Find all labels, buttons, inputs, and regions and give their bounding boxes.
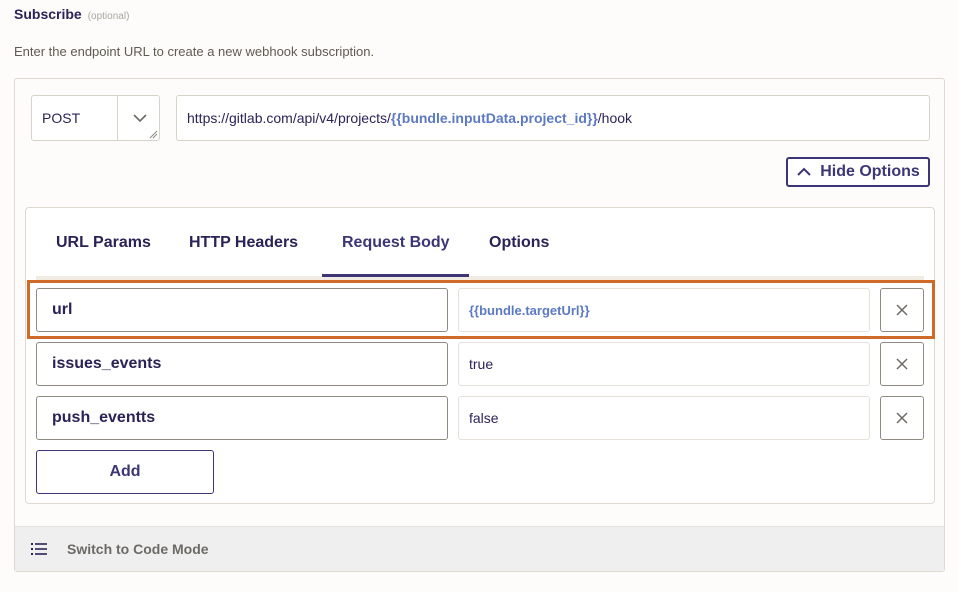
chevron-down-icon [133, 114, 147, 123]
section-description: Enter the endpoint URL to create a new w… [14, 44, 375, 59]
body-key-value: url [52, 301, 73, 318]
body-key-input[interactable]: push_eventts [36, 396, 448, 440]
section-title: Subscribe (optional) [14, 6, 129, 22]
add-row-button[interactable]: Add [36, 450, 214, 494]
body-value-text: false [469, 410, 499, 426]
tab-options[interactable]: Options [489, 234, 549, 252]
tab-url-params[interactable]: URL Params [56, 234, 151, 252]
method-value: POST [42, 110, 81, 126]
tab-http-headers[interactable]: HTTP Headers [189, 234, 298, 252]
body-key-value: issues_events [52, 355, 162, 372]
close-icon [896, 412, 908, 424]
switch-code-mode-bar[interactable]: Switch to Code Mode [15, 526, 944, 571]
body-key-input[interactable]: issues_events [36, 342, 448, 386]
add-row-label: Add [109, 463, 141, 480]
tab-request-body[interactable]: Request Body [342, 234, 450, 252]
section-title-text: Subscribe [14, 6, 82, 22]
method-divider [117, 96, 118, 140]
url-input[interactable]: https://gitlab.com/api/v4/projects/{{bun… [176, 95, 930, 141]
remove-row-button[interactable] [880, 396, 924, 440]
body-value-input[interactable]: false [458, 396, 870, 440]
remove-row-button[interactable] [880, 342, 924, 386]
active-tab-indicator [322, 274, 469, 277]
url-prefix: https://gitlab.com/api/v4/projects/ [187, 110, 391, 126]
body-value-token: {{bundle.targetUrl}} [469, 302, 590, 318]
hide-options-button[interactable]: Hide Options [786, 157, 930, 187]
switch-code-mode-label: Switch to Code Mode [67, 541, 209, 557]
hide-options-label: Hide Options [820, 163, 920, 180]
list-icon [31, 543, 47, 555]
body-value-text: true [469, 356, 494, 372]
url-token: {{bundle.inputData.project_id}} [390, 110, 598, 126]
body-value-input[interactable]: true [458, 342, 870, 386]
method-select[interactable]: POST [31, 95, 160, 141]
close-icon [896, 358, 908, 370]
remove-row-button[interactable] [880, 288, 924, 332]
resize-grip-icon [149, 130, 158, 139]
body-value-input[interactable]: {{bundle.targetUrl}} [458, 288, 870, 332]
body-key-value: push_eventts [52, 409, 156, 426]
close-icon [896, 304, 908, 316]
url-suffix: /hook [597, 110, 633, 126]
optional-label: (optional) [87, 11, 130, 22]
chevron-up-icon [797, 167, 811, 176]
tab-divider [36, 276, 924, 280]
body-key-input[interactable]: url [36, 288, 448, 332]
